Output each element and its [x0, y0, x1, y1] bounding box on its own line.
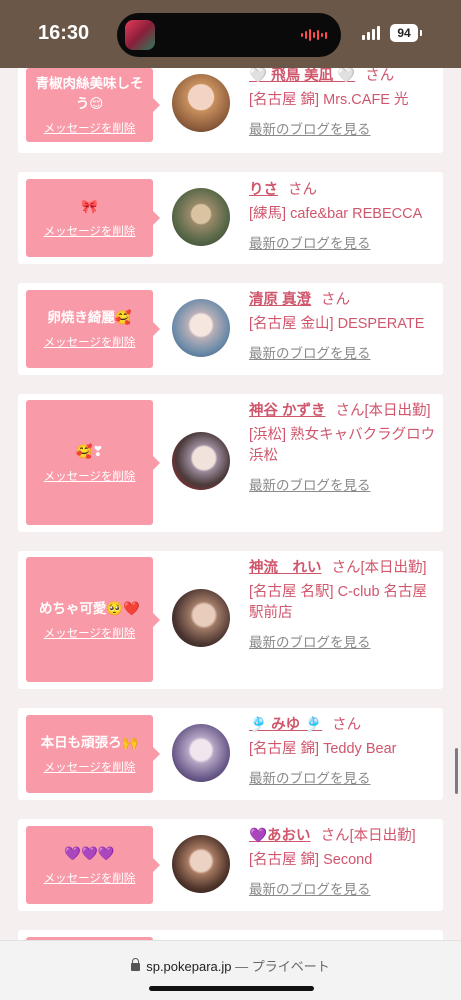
profile-name-link[interactable]: 🤍 飛鳥 美凪 🤍 — [249, 68, 355, 84]
latest-blog-link[interactable]: 最新のブログを見る — [249, 475, 439, 496]
status-bar: 16:30 94 — [0, 0, 461, 68]
audio-wave-icon — [301, 29, 327, 41]
honorific: さん — [320, 828, 350, 844]
url-display[interactable]: sp.pokepara.jp — プライベート — [0, 956, 461, 975]
message-text: 卵焼き綺麗🥰 — [47, 310, 132, 325]
delete-message-link[interactable]: メッセージを削除 — [44, 334, 136, 350]
profile-info: りさ さん [練馬] cafe&bar REBECCA 最新のブログを見る — [249, 180, 439, 254]
message-bubble: 本日も頑張ろ🙌 メッセージを削除 — [26, 715, 160, 793]
message-text: 🥰❣ — [75, 443, 104, 459]
honorific: さん — [288, 182, 317, 198]
message-bubble: 🎀 メッセージを削除 — [26, 179, 160, 257]
avatar[interactable] — [172, 299, 230, 357]
message-text: 青椒肉絲美味しそう😌 — [35, 76, 144, 111]
latest-blog-link[interactable]: 最新のブログを見る — [249, 879, 439, 900]
work-status: [本日出勤] — [364, 403, 431, 419]
signal-icon — [362, 26, 380, 40]
latest-blog-link[interactable]: 最新のブログを見る — [249, 632, 439, 653]
url-separator: — — [235, 959, 249, 974]
honorific: さん — [321, 292, 351, 308]
message-card: めちゃ可愛🥺❤️ メッセージを削除 神流 れい さん[本日出勤] [名古屋 名駅]… — [18, 551, 443, 689]
profile-info: 💜あおい さん[本日出勤] [名古屋 錦] Second 最新のブログを見る — [249, 826, 439, 900]
private-mode-label: プライベート — [251, 959, 330, 974]
profile-name-link[interactable]: 🎐 みゆ 🎐 — [249, 717, 322, 733]
scrollbar[interactable] — [455, 748, 458, 794]
shop-name: [練馬] cafe&bar REBECCA — [249, 206, 423, 222]
delete-message-link[interactable]: メッセージを削除 — [44, 120, 136, 136]
app-icon — [125, 20, 155, 50]
latest-blog-link[interactable]: 最新のブログを見る — [249, 343, 439, 364]
delete-message-link[interactable]: メッセージを削除 — [44, 759, 136, 775]
message-card: 卵焼き綺麗🥰 メッセージを削除 清原 真澄 さん [名古屋 金山] DESPERA… — [18, 283, 443, 375]
message-card: 青椒肉絲美味しそう😌 メッセージを削除 🤍 飛鳥 美凪 🤍 さん [名古屋 錦] … — [18, 68, 443, 153]
shop-name: [浜松] 熟女キャバクラグロウ 浜松 — [249, 427, 436, 464]
browser-address-bar[interactable]: sp.pokepara.jp — プライベート — [0, 940, 461, 1000]
latest-blog-link[interactable]: 最新のブログを見る — [249, 119, 439, 140]
message-bubble: 卵焼き綺麗🥰 メッセージを削除 — [26, 290, 160, 368]
delete-message-link[interactable]: メッセージを削除 — [44, 223, 136, 239]
message-text: 💜💜💜 — [64, 846, 115, 861]
clock: 16:30 — [38, 22, 90, 44]
profile-name-link[interactable]: 神谷 かずき — [249, 403, 326, 419]
home-indicator[interactable] — [149, 986, 314, 991]
avatar[interactable] — [172, 835, 230, 893]
profile-info: 🎐 みゆ 🎐 さん [名古屋 錦] Teddy Bear 最新のブログを見る — [249, 715, 439, 789]
profile-info: 🤍 飛鳥 美凪 🤍 さん [名古屋 錦] Mrs.CAFE 光 最新のブログを見る — [249, 68, 439, 140]
dynamic-island[interactable] — [117, 13, 341, 57]
message-card: 🥰❣ メッセージを削除 神谷 かずき さん[本日出勤] [浜松] 熟女キャバクラグ… — [18, 394, 443, 532]
message-card: 本日も頑張ろ🙌 メッセージを削除 🎐 みゆ 🎐 さん [名古屋 錦] Teddy … — [18, 708, 443, 800]
profile-info: 神流 れい さん[本日出勤] [名古屋 名駅] C-club 名古屋駅前店 最新の… — [249, 558, 439, 653]
message-text: 🎀 — [81, 199, 98, 214]
message-bubble: 🥰❣ メッセージを削除 — [26, 400, 160, 525]
message-bubble: めちゃ可愛🥺❤️ メッセージを削除 — [26, 557, 160, 682]
message-text: めちゃ可愛🥺❤️ — [38, 600, 141, 616]
battery-icon: 94 — [390, 24, 422, 42]
profile-name-link[interactable]: りさ — [249, 182, 278, 198]
message-card — [18, 930, 443, 940]
delete-message-link[interactable]: メッセージを削除 — [44, 870, 136, 886]
avatar[interactable] — [172, 432, 230, 490]
message-list[interactable]: 青椒肉絲美味しそう😌 メッセージを削除 🤍 飛鳥 美凪 🤍 さん [名古屋 錦] … — [0, 68, 461, 940]
latest-blog-link[interactable]: 最新のブログを見る — [249, 233, 439, 254]
delete-message-link[interactable]: メッセージを削除 — [44, 468, 136, 484]
avatar[interactable] — [172, 589, 230, 647]
shop-name: [名古屋 錦] Second — [249, 852, 373, 868]
shop-name: [名古屋 名駅] C-club 名古屋駅前店 — [249, 584, 428, 621]
profile-info: 神谷 かずき さん[本日出勤] [浜松] 熟女キャバクラグロウ 浜松 最新のブログ… — [249, 401, 439, 496]
honorific: さん — [335, 403, 365, 419]
shop-name: [名古屋 錦] Teddy Bear — [249, 741, 397, 757]
profile-name-link[interactable]: 💜あおい — [249, 828, 311, 844]
message-bubble: 💜💜💜 メッセージを削除 — [26, 826, 160, 904]
message-text: 本日も頑張ろ🙌 — [40, 735, 139, 750]
work-status: [本日出勤] — [349, 828, 416, 844]
message-bubble: 青椒肉絲美味しそう😌 メッセージを削除 — [26, 68, 160, 142]
message-card: 🎀 メッセージを削除 りさ さん [練馬] cafe&bar REBECCA 最新… — [18, 172, 443, 264]
shop-name: [名古屋 金山] DESPERATE — [249, 316, 425, 332]
profile-name-link[interactable]: 清原 真澄 — [249, 292, 311, 308]
shop-name: [名古屋 錦] Mrs.CAFE 光 — [249, 92, 409, 108]
avatar[interactable] — [172, 724, 230, 782]
lock-icon — [131, 958, 141, 971]
avatar[interactable] — [172, 74, 230, 132]
profile-info: 清原 真澄 さん [名古屋 金山] DESPERATE 最新のブログを見る — [249, 290, 439, 364]
honorific: さん — [365, 68, 395, 84]
honorific: さん — [331, 560, 361, 576]
delete-message-link[interactable]: メッセージを削除 — [44, 625, 136, 641]
domain-text: sp.pokepara.jp — [146, 959, 232, 974]
latest-blog-link[interactable]: 最新のブログを見る — [249, 768, 439, 789]
honorific: さん — [332, 717, 362, 733]
avatar[interactable] — [172, 188, 230, 246]
message-card: 💜💜💜 メッセージを削除 💜あおい さん[本日出勤] [名古屋 錦] Second… — [18, 819, 443, 911]
work-status: [本日出勤] — [360, 560, 427, 576]
profile-name-link[interactable]: 神流 れい — [249, 560, 322, 576]
